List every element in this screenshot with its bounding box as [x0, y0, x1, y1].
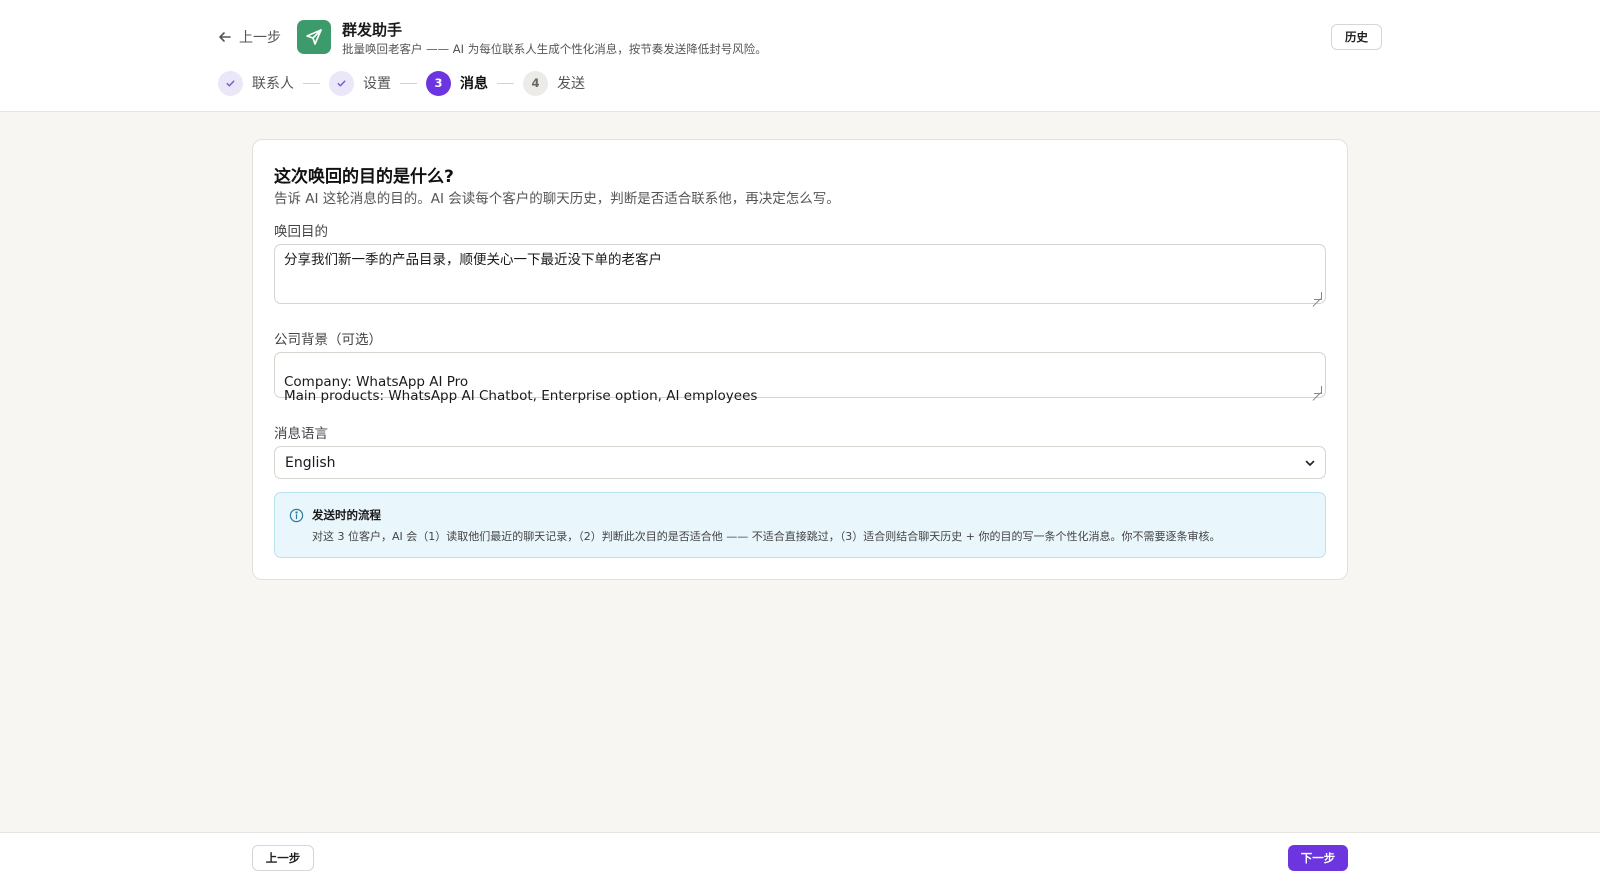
app-logo — [297, 20, 331, 54]
back-link[interactable]: 上一步 — [218, 27, 281, 47]
info-callout: 发送时的流程 对这 3 位客户，AI 会（1）读取他们最近的聊天记录，（2）判断… — [274, 492, 1326, 558]
page-subtitle: 批量唤回老客户 —— AI 为每位联系人生成个性化消息，按节奏发送降低封号风险。 — [342, 42, 767, 56]
info-icon — [289, 508, 304, 523]
step-number: 4 — [523, 70, 548, 96]
background-textarea[interactable]: Company: WhatsApp AI Pro Main products: … — [274, 352, 1326, 403]
resize-handle-icon[interactable] — [1314, 386, 1322, 394]
stepper: 联系人 设置 3 消息 4 发送 — [218, 70, 585, 96]
step-label: 联系人 — [252, 76, 294, 92]
send-icon — [306, 29, 322, 45]
page-title: 群发助手 — [342, 21, 403, 39]
language-select[interactable]: English — [274, 446, 1326, 479]
next-button[interactable]: 下一步 — [1288, 845, 1348, 871]
step-send[interactable]: 4 发送 — [523, 70, 585, 96]
previous-button[interactable]: 上一步 — [252, 845, 314, 871]
card-description: 告诉 AI 这轮消息的目的。AI 会读每个客户的聊天历史，判断是否适合联系他，再… — [274, 191, 840, 207]
step-done-marker — [329, 70, 354, 96]
footer-bar: 上一步 下一步 — [0, 832, 1600, 884]
step-divider — [497, 82, 514, 84]
background-value: Company: WhatsApp AI Pro Main products: … — [284, 374, 758, 404]
step-contacts[interactable]: 联系人 — [218, 70, 294, 96]
top-header: 上一步 群发助手 批量唤回老客户 —— AI 为每位联系人生成个性化消息，按节奏… — [0, 0, 1600, 112]
step-divider — [400, 82, 417, 84]
history-button[interactable]: 历史 — [1331, 24, 1382, 50]
info-text: 对这 3 位客户，AI 会（1）读取他们最近的聊天记录，（2）判断此次目的是否适… — [312, 530, 1221, 543]
purpose-textarea[interactable]: 分享我们新一季的产品目录，顺便关心一下最近没下单的老客户 — [274, 244, 1326, 304]
check-icon — [337, 79, 346, 87]
step-done-marker — [218, 70, 243, 96]
info-title: 发送时的流程 — [312, 508, 381, 522]
card-title: 这次唤回的目的是什么? — [274, 167, 454, 187]
step-label: 消息 — [460, 76, 488, 92]
step-divider — [303, 82, 320, 84]
step-label: 设置 — [363, 76, 391, 92]
purpose-label: 唤回目的 — [274, 224, 328, 240]
resize-handle-icon[interactable] — [1314, 292, 1322, 300]
step-message[interactable]: 3 消息 — [426, 70, 488, 96]
background-label: 公司背景（可选） — [274, 332, 382, 348]
arrow-left-icon — [219, 32, 231, 42]
message-settings-card: 这次唤回的目的是什么? 告诉 AI 这轮消息的目的。AI 会读每个客户的聊天历史… — [252, 139, 1348, 580]
back-label: 上一步 — [239, 30, 281, 46]
language-label: 消息语言 — [274, 426, 328, 442]
step-label: 发送 — [557, 76, 585, 92]
chevron-down-icon — [1305, 460, 1315, 466]
check-icon — [226, 79, 235, 87]
step-number: 3 — [426, 70, 451, 96]
language-selected: English — [285, 454, 336, 471]
purpose-value: 分享我们新一季的产品目录，顺便关心一下最近没下单的老客户 — [284, 252, 662, 268]
step-settings[interactable]: 设置 — [329, 70, 391, 96]
